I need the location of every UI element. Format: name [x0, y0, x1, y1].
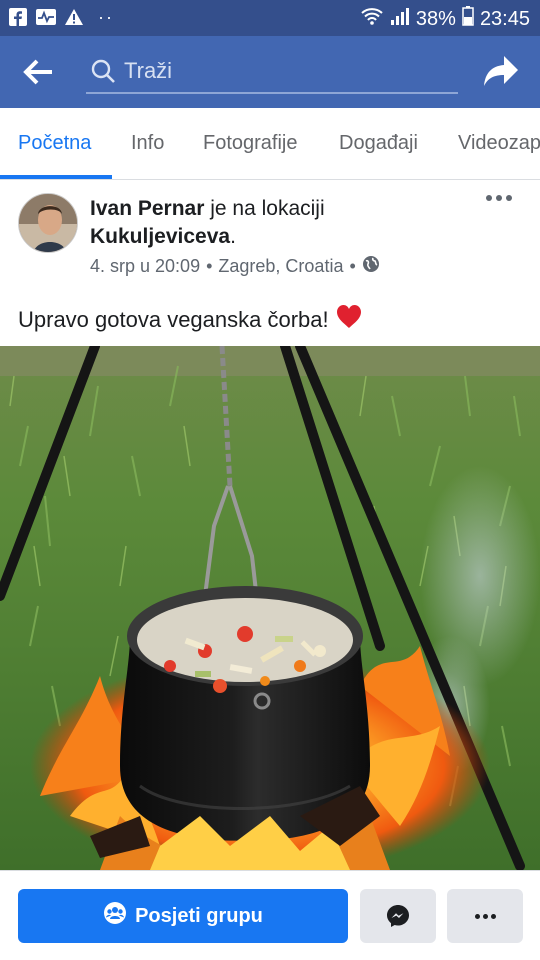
share-button[interactable] [482, 54, 520, 90]
author-action: je na lokaciji [204, 197, 325, 220]
wifi-icon [360, 6, 384, 32]
battery-icon [462, 6, 474, 32]
post-date[interactable]: 4. srp u 20:09 [90, 256, 200, 277]
location-suffix: . [230, 225, 236, 248]
post-body: Upravo gotova veganska čorba! [18, 307, 329, 332]
messenger-icon [387, 905, 409, 927]
tab-events[interactable]: Događaji [339, 132, 418, 155]
more-notifications-icon: ·· [98, 7, 114, 27]
meta-separator: • [206, 256, 213, 276]
search-icon [90, 58, 116, 84]
more-options-button[interactable] [447, 889, 523, 943]
status-bar: ·· 38% 23:45 [0, 0, 540, 36]
visit-group-button[interactable]: Posjeti grupu [18, 889, 348, 943]
dot-icon [496, 195, 502, 201]
dot-icon [482, 913, 488, 919]
back-button[interactable] [22, 56, 56, 88]
visit-group-label: Posjeti grupu [135, 904, 263, 927]
battery-percent: 38% [415, 7, 456, 30]
post-header: Ivan Pernar je na lokaciji Kukuljeviceva… [0, 181, 540, 291]
share-arrow-icon [484, 56, 518, 86]
messenger-button[interactable] [360, 889, 436, 943]
clock: 23:45 [479, 7, 530, 30]
dot-icon [474, 913, 480, 919]
post-place[interactable]: Zagreb, Croatia [218, 256, 343, 277]
location-name[interactable]: Kukuljeviceva [90, 225, 230, 248]
page-action-bar: Posjeti grupu [0, 870, 540, 960]
avatar[interactable] [18, 193, 78, 253]
tab-photos[interactable]: Fotografije [203, 132, 298, 155]
tab-home[interactable]: Početna [18, 132, 91, 155]
author-name[interactable]: Ivan Pernar [90, 197, 204, 220]
search-input[interactable] [124, 54, 444, 88]
activity-icon [36, 7, 56, 27]
post-author-line: Ivan Pernar je na lokaciji Kukuljeviceva… [90, 195, 470, 251]
active-tab-indicator [0, 175, 112, 179]
arrow-left-icon [23, 59, 52, 85]
dot-icon [506, 195, 512, 201]
search-box[interactable] [86, 50, 458, 94]
facebook-icon [8, 7, 28, 27]
post-photo[interactable] [0, 346, 540, 870]
globe-icon [362, 255, 380, 278]
top-nav-bar [0, 36, 540, 108]
meta-separator-2: • [349, 256, 356, 276]
tab-videos[interactable]: Videozapisi [458, 132, 540, 155]
dot-icon [486, 195, 492, 201]
page-tabs: Početna Info Fotografije Događaji Videoz… [0, 108, 540, 180]
dot-icon [490, 913, 496, 919]
post-options-button[interactable] [486, 195, 512, 205]
heart-icon [335, 304, 363, 336]
post-meta: 4. srp u 20:09 • Zagreb, Croatia • [90, 255, 380, 278]
warning-icon [64, 7, 84, 27]
post-text: Upravo gotova veganska čorba! [18, 304, 363, 336]
signal-icon [390, 6, 410, 32]
group-icon [103, 901, 127, 931]
tab-info[interactable]: Info [131, 132, 164, 155]
